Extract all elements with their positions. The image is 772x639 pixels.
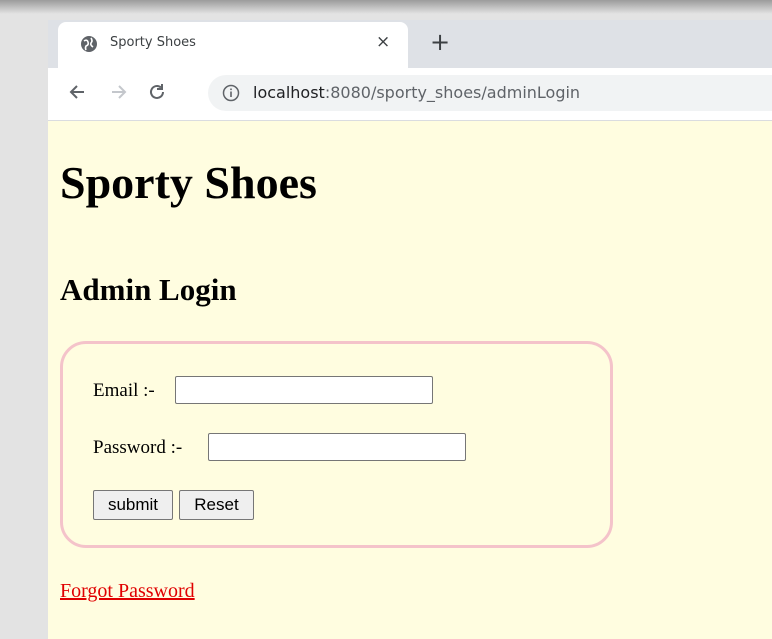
- reload-button[interactable]: [144, 77, 170, 107]
- screen-shadow: [0, 0, 772, 14]
- password-label: Password :-: [93, 437, 183, 458]
- arrow-right-icon: [112, 85, 127, 99]
- tab-title: Sporty Shoes: [110, 35, 196, 50]
- url-path: :8080/sporty_shoes/adminLogin: [324, 83, 581, 102]
- globe-icon: [81, 36, 97, 52]
- forgot-password-link[interactable]: Forgot Password: [60, 580, 195, 603]
- reset-button[interactable]: Reset: [179, 490, 254, 520]
- tab-close-icon[interactable]: ×: [376, 32, 390, 52]
- password-field[interactable]: [208, 433, 466, 461]
- url-host: localhost: [253, 83, 325, 102]
- address-bar[interactable]: localhost:8080/sporty_shoes/adminLogin: [208, 75, 772, 111]
- page-title: Sporty Shoes: [60, 157, 317, 208]
- url-text[interactable]: localhost:8080/sporty_shoes/adminLogin: [253, 83, 580, 102]
- email-label: Email :-: [93, 380, 155, 401]
- submit-button[interactable]: submit: [93, 490, 173, 520]
- tab-sporty-shoes[interactable]: Sporty Shoes ×: [58, 22, 408, 68]
- reload-icon: [150, 84, 164, 99]
- forward-button[interactable]: [106, 77, 132, 107]
- tab-strip: Sporty Shoes × +: [48, 20, 772, 68]
- login-form: Email :- Password :- submit Reset: [60, 341, 613, 548]
- toolbar: localhost:8080/sporty_shoes/adminLogin: [48, 68, 772, 121]
- page-content: Sporty Shoes Admin Login Email :- Passwo…: [48, 121, 772, 639]
- back-button[interactable]: [64, 77, 90, 107]
- info-icon[interactable]: [222, 84, 240, 102]
- arrow-left-icon: [69, 85, 84, 99]
- new-tab-button[interactable]: +: [430, 28, 450, 56]
- browser-window: Sporty Shoes × + localhost:8080/sporty_s…: [48, 20, 772, 639]
- email-field[interactable]: [175, 376, 433, 404]
- section-title: Admin Login: [60, 272, 237, 307]
